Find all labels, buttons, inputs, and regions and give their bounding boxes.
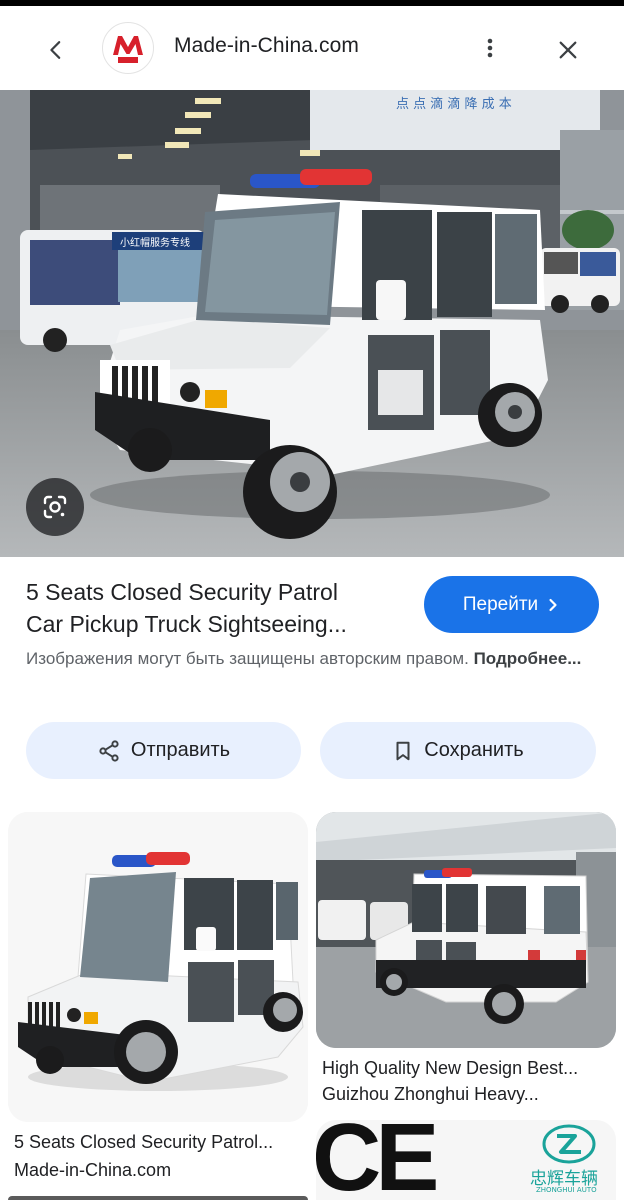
more-vert-icon <box>487 38 493 58</box>
visit-site-label: Перейти <box>462 593 539 615</box>
save-button[interactable]: Сохранить <box>320 722 596 779</box>
made-in-china-logo-icon <box>110 34 146 63</box>
back-button[interactable] <box>40 34 72 66</box>
main-image[interactable]: 点 点 滴 滴 降 成 本 小红帽服务专线 <box>0 90 624 557</box>
share-button[interactable]: Отправить <box>26 722 301 779</box>
related-image-card[interactable]: CE 忠辉车辆 ZHONGHUI AUTO <box>316 1120 616 1200</box>
related-image-card[interactable] <box>8 812 308 1122</box>
result-title[interactable]: 5 Seats Closed Security Patrol Car Picku… <box>26 576 406 640</box>
close-icon <box>559 41 577 59</box>
more-options-button[interactable] <box>474 32 506 64</box>
arrow-left-icon <box>50 41 61 59</box>
share-label: Отправить <box>130 739 231 761</box>
related-image-card[interactable] <box>8 1196 308 1200</box>
related-car-photo <box>316 812 616 1048</box>
bus-sign: 小红帽服务专线 <box>120 236 190 249</box>
related-car-photo <box>8 812 308 1122</box>
chevron-right-icon <box>549 598 557 611</box>
related-title[interactable]: High Quality New Design Best... <box>322 1058 578 1079</box>
site-favicon <box>102 22 154 74</box>
related-title[interactable]: 5 Seats Closed Security Patrol... <box>14 1132 273 1153</box>
lens-search-button[interactable] <box>26 478 84 536</box>
visit-site-button[interactable]: Перейти <box>424 576 599 633</box>
bookmark-icon <box>396 741 410 760</box>
banner-text: 点 点 滴 滴 降 成 本 <box>396 96 512 112</box>
related-source: Made-in-China.com <box>14 1160 172 1180</box>
patrol-car-photo: 点 点 滴 滴 降 成 本 小红帽服务专线 <box>0 90 624 557</box>
ce-mark-logo: CE <box>316 1120 439 1200</box>
google-lens-icon <box>43 495 67 519</box>
top-bar: Made-in-China.com <box>0 6 624 90</box>
copyright-notice: Изображения могут быть защищены авторски… <box>26 646 586 672</box>
learn-more-link[interactable]: Подробнее... <box>474 649 582 668</box>
close-button[interactable] <box>552 34 584 66</box>
related-image-card[interactable] <box>316 812 616 1048</box>
result-title-line2: Car Pickup Truck Sightseeing... <box>26 611 347 637</box>
share-icon <box>99 739 119 762</box>
result-title-line1: 5 Seats Closed Security Patrol <box>26 579 338 605</box>
save-label: Сохранить <box>424 739 524 761</box>
zhonghui-logo-icon <box>542 1124 596 1164</box>
brand-sub: ZHONGHUI AUTO <box>536 1186 597 1194</box>
related-source: Guizhou Zhonghui Heavy... <box>322 1084 539 1104</box>
site-name[interactable]: Made-in-China.com <box>174 34 359 58</box>
copyright-text: Изображения могут быть защищены авторски… <box>26 649 469 668</box>
